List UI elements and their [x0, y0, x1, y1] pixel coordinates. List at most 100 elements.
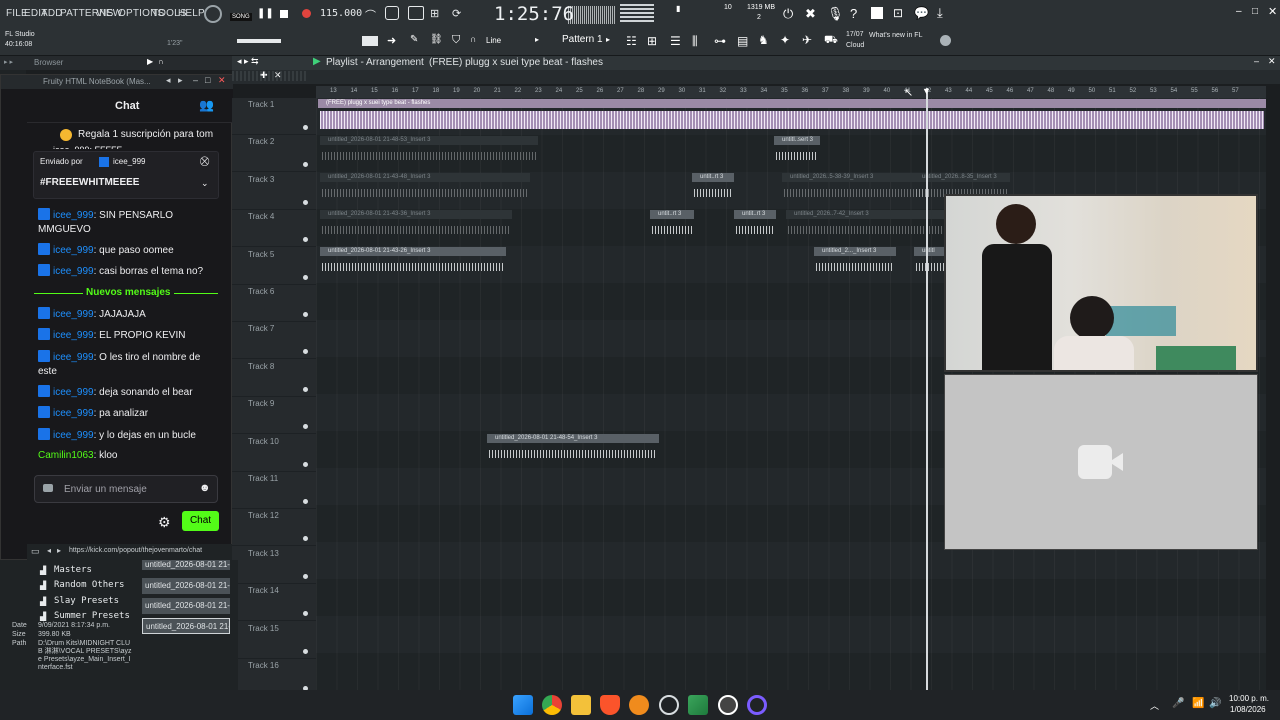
audio-clip[interactable]: (FREE) plugg x suei type beat - flashes — [318, 99, 1266, 133]
chat-username[interactable]: icee_999 — [53, 210, 94, 221]
loop-record-icon[interactable] — [385, 6, 399, 20]
browser-magnet-icon[interactable]: ∩ — [158, 57, 164, 66]
mixer-icon[interactable]: ⫼ — [692, 34, 698, 49]
microphone-icon[interactable]: 🎙 — [827, 6, 844, 22]
track-header[interactable]: Track 14 — [232, 584, 316, 622]
wait-input-icon[interactable] — [408, 6, 424, 20]
tree-item-slay-presets[interactable]: Slay Presets — [54, 596, 119, 606]
playlist-minimize-icon[interactable]: – — [1254, 56, 1259, 66]
track-mute-dot[interactable] — [303, 386, 308, 392]
url-forward-icon[interactable]: ▸ — [57, 546, 61, 555]
emoji-icon[interactable]: ☻ — [199, 482, 211, 494]
audio-clip[interactable]: untitled_2026-08-01 21-43-26_Insert 3 — [320, 247, 506, 281]
fl-studio-icon[interactable] — [629, 695, 649, 715]
audio-clip[interactable]: untitled_2026-08-01 21-43-48_Insert 3 — [320, 173, 530, 207]
track-mute-dot[interactable] — [303, 424, 308, 430]
song-mode-label[interactable]: SONG — [230, 13, 252, 21]
app-circle-icon[interactable] — [747, 695, 767, 715]
audio-clip[interactable]: untitl..sert 3 — [774, 136, 820, 170]
track-header[interactable]: Track 13 — [232, 547, 316, 584]
track-header[interactable]: Track 5 — [232, 248, 316, 285]
track-mute-dot[interactable] — [303, 349, 308, 355]
expand-chevron-icon[interactable]: ⌄ — [201, 178, 209, 189]
file-explorer-icon[interactable] — [571, 695, 591, 715]
audio-clip[interactable]: untit..rt 3 — [692, 173, 734, 207]
track-mute-dot[interactable] — [303, 237, 308, 243]
track-header[interactable]: Track 12 — [232, 509, 316, 547]
render-icon[interactable]: ⊡ — [893, 6, 903, 20]
track-header[interactable]: Track 4 — [232, 210, 316, 248]
audio-clip[interactable]: untitled_2026-08-01 21-48-53_Insert 3 — [320, 136, 538, 170]
close-icon[interactable]: ✕ — [1268, 5, 1277, 18]
tray-mic-icon[interactable]: 🎤 — [1172, 698, 1184, 709]
tray-overflow-icon[interactable]: ︿ — [1150, 699, 1159, 712]
save-icon[interactable] — [871, 7, 883, 19]
chat-input-box[interactable]: Enviar un mensaje ☻ — [34, 475, 218, 503]
chat-close-icon[interactable]: ✕ — [218, 75, 226, 86]
track-header[interactable]: Track 9 — [232, 397, 316, 435]
chat-username[interactable]: icee_999 — [53, 266, 94, 277]
channel-rack-icon[interactable]: ⊞ — [647, 34, 657, 48]
playhead-marker-icon[interactable]: ▼ — [922, 86, 931, 96]
track-header[interactable]: Track 11 — [232, 472, 316, 509]
track-mute-dot[interactable] — [303, 162, 308, 168]
start-menu-icon[interactable] — [513, 695, 533, 715]
panic-icon[interactable]: ✖ — [805, 6, 816, 22]
menu-help[interactable]: HELP — [178, 8, 205, 19]
track-mute-dot[interactable] — [303, 536, 308, 542]
audio-clip[interactable]: untit..rt 3 — [734, 210, 776, 244]
download-icon[interactable]: ⤓ — [937, 5, 943, 21]
chat-input-placeholder[interactable]: Enviar un mensaje — [64, 484, 147, 495]
tray-wifi-icon[interactable]: 📶 — [1192, 698, 1204, 709]
script-output-icon[interactable]: ✈ — [802, 33, 812, 47]
main-volume-slider[interactable] — [237, 39, 281, 43]
audio-clip[interactable]: untit..rt 3 — [650, 210, 694, 244]
pencil-icon[interactable]: ✎ — [410, 34, 418, 45]
chat-prev-icon[interactable]: ◂ — [166, 75, 171, 86]
plugin-database-icon[interactable]: ▤ — [737, 34, 748, 48]
countdown-icon[interactable]: ⊞ — [430, 7, 439, 20]
chat-minimize-icon[interactable]: – — [193, 75, 198, 85]
audio-clip[interactable]: untitled_2..._Insert 3 — [814, 247, 896, 281]
chrome-icon[interactable] — [542, 695, 562, 715]
browser-tree-icon[interactable]: ⊶ — [714, 34, 726, 48]
maximize-icon[interactable]: □ — [1252, 6, 1258, 17]
track-header[interactable]: Track 8 — [232, 360, 316, 397]
brave-icon[interactable] — [600, 695, 620, 715]
piano-roll-icon[interactable]: ☰ — [670, 34, 681, 48]
track-header[interactable]: Track 10 — [232, 435, 316, 472]
folder-icon[interactable]: ▭ — [31, 546, 40, 557]
tree-item-summer-presets[interactable]: Summer Presets — [54, 611, 130, 619]
audio-clip[interactable]: untitled_2026..7-42_Insert 3 — [786, 210, 944, 244]
track-mute-dot[interactable] — [303, 199, 308, 205]
stop-icon[interactable] — [280, 10, 288, 18]
tray-volume-icon[interactable]: 🔊 — [1209, 698, 1221, 709]
unpin-icon[interactable]: ⛒ — [200, 156, 209, 167]
link-icon[interactable]: ⛓ — [430, 34, 443, 45]
track-header[interactable]: Track 3 — [232, 173, 316, 210]
track-mute-dot[interactable] — [303, 312, 308, 317]
app-icon[interactable] — [688, 695, 708, 715]
pattern-prev-icon[interactable]: ▸ — [535, 35, 539, 44]
chat-username[interactable]: icee_999 — [53, 430, 94, 441]
chat-maximize-icon[interactable]: □ — [205, 75, 210, 85]
track-header[interactable]: Track 2 — [232, 135, 316, 173]
tree-item-masters[interactable]: Masters — [54, 565, 92, 575]
track-header[interactable]: Track 6 — [232, 285, 316, 322]
clock-time[interactable]: 10:00 p. m. — [1229, 694, 1269, 703]
chat-username[interactable]: icee_999 — [53, 330, 94, 341]
chat-username[interactable]: icee_999 — [53, 387, 94, 398]
clip-list-item[interactable]: untitled_2026-08-01 21- — [142, 578, 230, 594]
playlist-close-icon[interactable]: ✕ — [1268, 56, 1276, 67]
chat-username[interactable]: icee_999 — [53, 309, 94, 320]
pattern-select[interactable]: Pattern 1 — [562, 34, 603, 45]
track-mute-dot[interactable] — [303, 499, 308, 504]
track-header[interactable]: Track 7 — [232, 322, 316, 360]
plugin-picker-icon[interactable]: ♞ — [758, 33, 769, 47]
media-player-icon[interactable] — [718, 695, 738, 715]
track-mute-dot[interactable] — [303, 125, 308, 130]
obs-icon[interactable] — [659, 695, 679, 715]
arrow-right-icon[interactable]: ➜ — [387, 34, 396, 47]
playlist-icon[interactable]: ☷ — [626, 34, 637, 48]
browser-menu-icon[interactable]: ▸ ▸ — [4, 58, 13, 66]
